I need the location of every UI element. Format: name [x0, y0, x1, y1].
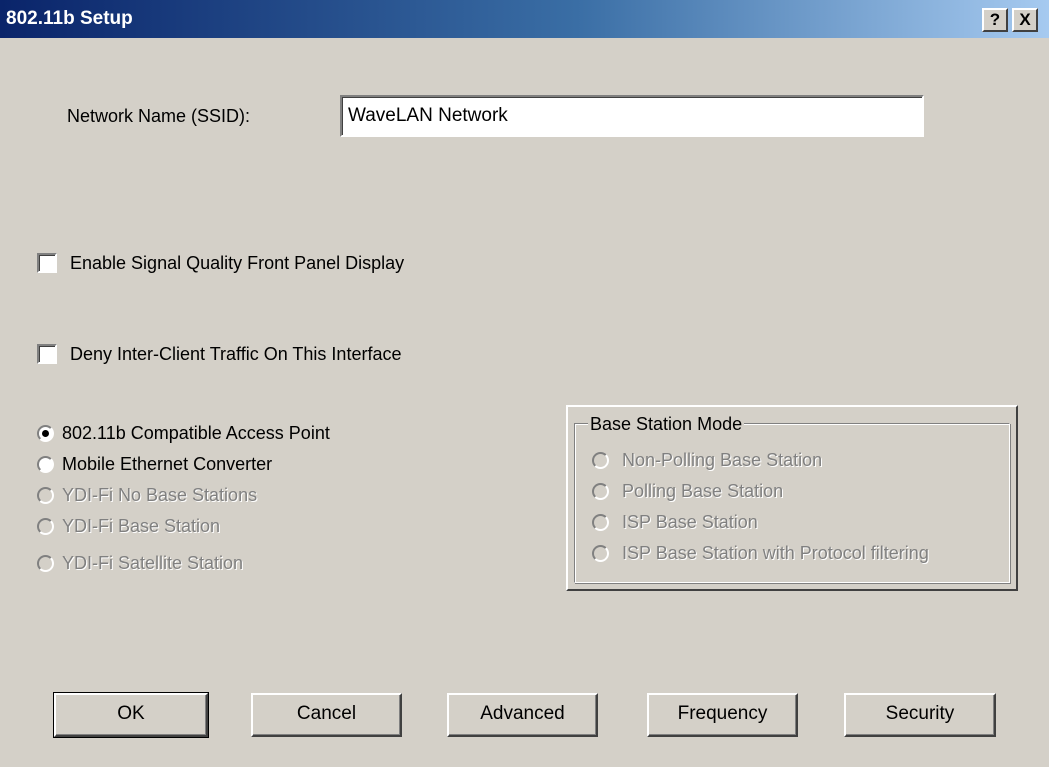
window-title: 802.11b Setup: [6, 8, 133, 29]
signal-quality-label: Enable Signal Quality Front Panel Displa…: [70, 253, 405, 273]
title-bar[interactable]: 802.11b Setup ? X: [0, 0, 1049, 38]
help-button[interactable]: ?: [982, 8, 1008, 32]
base-station-mode-legend: Base Station Mode: [588, 414, 745, 435]
close-button[interactable]: X: [1012, 8, 1038, 32]
bsm-label-isp: ISP Base Station: [622, 512, 758, 532]
ok-button[interactable]: OK: [53, 692, 209, 738]
security-button[interactable]: Security: [844, 693, 996, 737]
frequency-button[interactable]: Frequency: [647, 693, 798, 737]
mode-label-ydi-base: YDI-Fi Base Station: [62, 516, 221, 536]
mode-label-access-point: 802.11b Compatible Access Point: [62, 423, 330, 443]
mode-label-ydi-no-base: YDI-Fi No Base Stations: [62, 485, 258, 505]
mode-radio-ydi-satellite: [37, 555, 54, 572]
bsm-radio-polling: [592, 483, 609, 500]
mode-radio-access-point[interactable]: [37, 425, 54, 442]
advanced-button[interactable]: Advanced: [447, 693, 598, 737]
mode-label-ydi-satellite: YDI-Fi Satellite Station: [62, 553, 244, 573]
bsm-label-polling: Polling Base Station: [622, 481, 784, 501]
bsm-radio-non-polling: [592, 452, 609, 469]
deny-inter-client-label: Deny Inter-Client Traffic On This Interf…: [70, 344, 402, 364]
mode-radio-ydi-base: [37, 518, 54, 535]
cancel-button[interactable]: Cancel: [251, 693, 402, 737]
bsm-radio-isp: [592, 514, 609, 531]
deny-inter-client-checkbox[interactable]: [37, 344, 57, 364]
mode-label-mobile-ethernet: Mobile Ethernet Converter: [62, 454, 273, 474]
radio-selected-dot: [42, 430, 49, 437]
bsm-radio-isp-protocol: [592, 545, 609, 562]
bsm-label-non-polling: Non-Polling Base Station: [622, 450, 823, 470]
mode-radio-ydi-no-base: [37, 487, 54, 504]
ssid-label: Network Name (SSID):: [67, 106, 251, 126]
ssid-input[interactable]: [340, 95, 924, 137]
bsm-label-isp-protocol: ISP Base Station with Protocol filtering: [622, 543, 929, 563]
mode-radio-mobile-ethernet[interactable]: [37, 456, 54, 473]
signal-quality-checkbox[interactable]: [37, 253, 57, 273]
